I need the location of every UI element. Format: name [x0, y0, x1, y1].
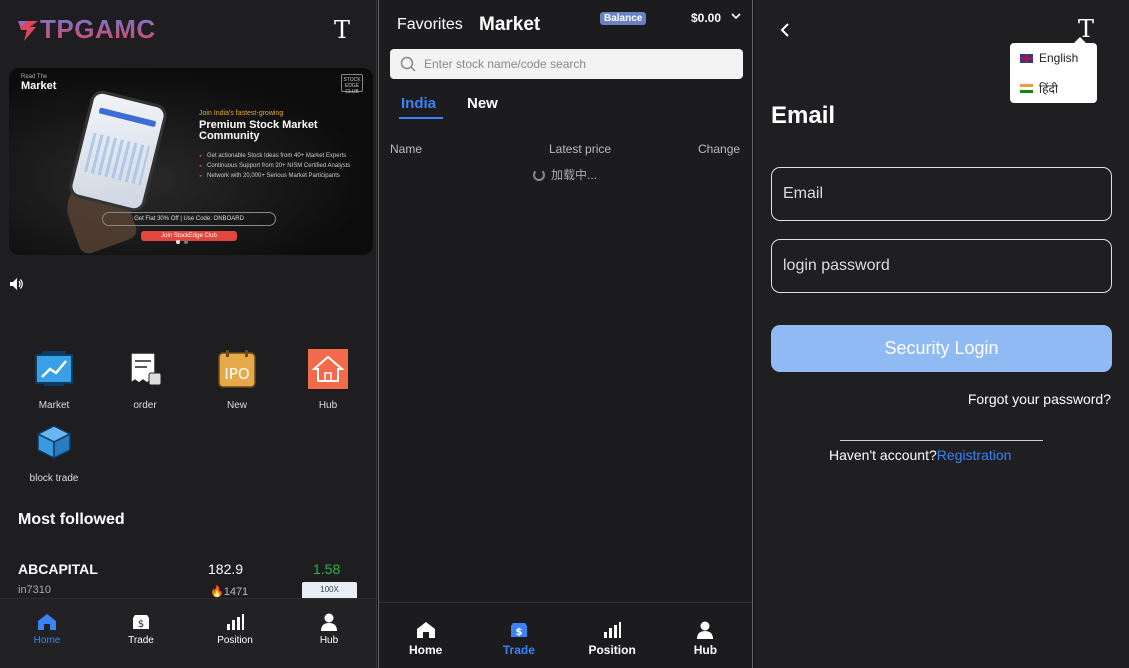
most-followed-title: Most followed — [18, 511, 125, 528]
banner-cta-button[interactable]: Join StockEdge Club — [141, 231, 237, 241]
grid-item-new[interactable]: IPO New — [202, 349, 272, 411]
banner-brand: Read The Market — [21, 74, 57, 92]
trade-icon: $ — [510, 623, 527, 638]
search-input[interactable] — [424, 57, 724, 71]
security-login-button[interactable]: Security Login — [771, 325, 1112, 372]
home-icon — [38, 614, 56, 630]
logo-text: TPGAMC — [40, 14, 156, 44]
home-screen: TPGAMC T Read The Market STOCK EDGE CLUB … — [0, 0, 377, 668]
language-menu: English हिंदी — [1010, 37, 1097, 103]
tab-india[interactable]: India — [398, 95, 444, 119]
promo-banner[interactable]: Read The Market STOCK EDGE CLUB Join Indi… — [9, 68, 373, 255]
fire-icon: 🔥 — [210, 586, 224, 598]
ipo-icon-text: IPO — [224, 365, 249, 383]
language-option-english[interactable]: English — [1010, 43, 1097, 73]
forgot-password-link[interactable]: Forgot your password? — [968, 391, 1111, 407]
svg-text:$: $ — [138, 619, 144, 630]
favorites-tab[interactable]: Favorites — [397, 16, 463, 34]
bottom-tab-bar: Home $ Trade Position Hub — [379, 602, 752, 668]
position-bars-icon — [604, 622, 622, 638]
column-header-latest-price[interactable]: Latest price — [549, 142, 611, 156]
back-arrow-icon[interactable] — [778, 20, 792, 40]
trade-icon: $ — [133, 615, 149, 630]
app-logo: TPGAMC — [16, 14, 156, 45]
search-bar[interactable] — [390, 49, 743, 79]
stock-code: in7310 — [18, 584, 52, 596]
column-header-change[interactable]: Change — [698, 142, 740, 156]
password-field[interactable] — [771, 239, 1112, 293]
carousel-dots[interactable] — [176, 240, 188, 244]
banner-bullet: Get actionable Stock Ideas from 40+ Mark… — [199, 152, 350, 160]
ipo-calendar-icon: IPO — [218, 350, 256, 388]
market-chart-icon — [35, 351, 73, 386]
tab-trade[interactable]: $ Trade — [94, 599, 188, 668]
registration-link[interactable]: Registration — [937, 447, 1012, 463]
tab-hub[interactable]: Hub — [659, 603, 752, 668]
registration-line: Haven't account?Registration — [829, 447, 1012, 463]
tab-home[interactable]: Home — [0, 599, 94, 668]
market-screen: Favorites Market Balance $0.00 India New… — [378, 0, 753, 668]
tab-trade[interactable]: $ Trade — [472, 603, 565, 668]
banner-badge: STOCK EDGE CLUB — [341, 74, 363, 95]
block-trade-icon — [36, 425, 72, 460]
home-icon — [416, 622, 435, 638]
grid-item-hub[interactable]: Hub — [293, 349, 363, 411]
email-input[interactable] — [783, 185, 1093, 203]
column-header-name[interactable]: Name — [390, 142, 422, 156]
tab-position[interactable]: Position — [566, 603, 659, 668]
phone-image — [66, 88, 170, 214]
stock-change: 1.58 — [313, 561, 341, 577]
balance-amount[interactable]: $0.00 — [691, 11, 721, 25]
order-receipt-icon — [130, 352, 162, 386]
grid-item-order[interactable]: order — [110, 349, 180, 411]
banner-bullet: Continuous Support from 20+ NISM Certifi… — [199, 162, 350, 170]
search-icon — [400, 56, 416, 72]
stock-price: 182.9 — [208, 561, 244, 577]
banner-subtitle: Join India's fastest-growing — [199, 110, 284, 117]
stock-volume: 🔥1471 — [210, 586, 249, 598]
language-option-hindi[interactable]: हिंदी — [1010, 73, 1097, 103]
svg-text:$: $ — [515, 627, 522, 638]
email-field[interactable] — [771, 167, 1112, 221]
bottom-tab-bar: Home $ Trade Position Hub — [0, 598, 376, 668]
banner-code: Get Flat 30% Off | Use Code: ONBOARD — [102, 212, 276, 226]
uk-flag-icon — [1020, 53, 1033, 63]
logo-mark-icon — [18, 20, 38, 41]
position-bars-icon — [227, 614, 244, 630]
user-icon — [321, 613, 337, 631]
speaker-icon[interactable] — [10, 278, 24, 290]
tab-position[interactable]: Position — [188, 599, 282, 668]
grid-item-market[interactable]: Market — [19, 349, 89, 411]
leverage-badge: 100X — [302, 582, 357, 598]
loading-indicator: 加载中... — [533, 166, 597, 183]
banner-bullet: Network with 20,000+ Serious Market Part… — [199, 172, 350, 180]
user-icon — [697, 621, 714, 639]
india-flag-icon — [1020, 83, 1033, 93]
tab-home[interactable]: Home — [379, 603, 472, 668]
balance-badge: Balance — [600, 12, 647, 25]
login-screen: T English हिंदी Email Security Login For… — [754, 0, 1129, 668]
password-input[interactable] — [783, 257, 1093, 275]
tab-new[interactable]: New — [467, 95, 498, 112]
divider — [840, 440, 1043, 441]
banner-bullets: Get actionable Stock Ideas from 40+ Mark… — [199, 152, 350, 182]
banner-headline: Premium Stock Market Community — [199, 119, 318, 142]
font-size-icon[interactable]: T — [334, 16, 350, 44]
spinner-icon — [533, 168, 545, 181]
stock-name: ABCAPITAL — [18, 561, 98, 577]
grid-item-block-trade[interactable]: block trade — [19, 422, 89, 484]
hub-house-icon — [308, 349, 348, 389]
tab-hub[interactable]: Hub — [282, 599, 376, 668]
page-title: Email — [771, 102, 836, 129]
market-tab[interactable]: Market — [479, 14, 540, 36]
chevron-down-icon[interactable] — [730, 10, 742, 22]
